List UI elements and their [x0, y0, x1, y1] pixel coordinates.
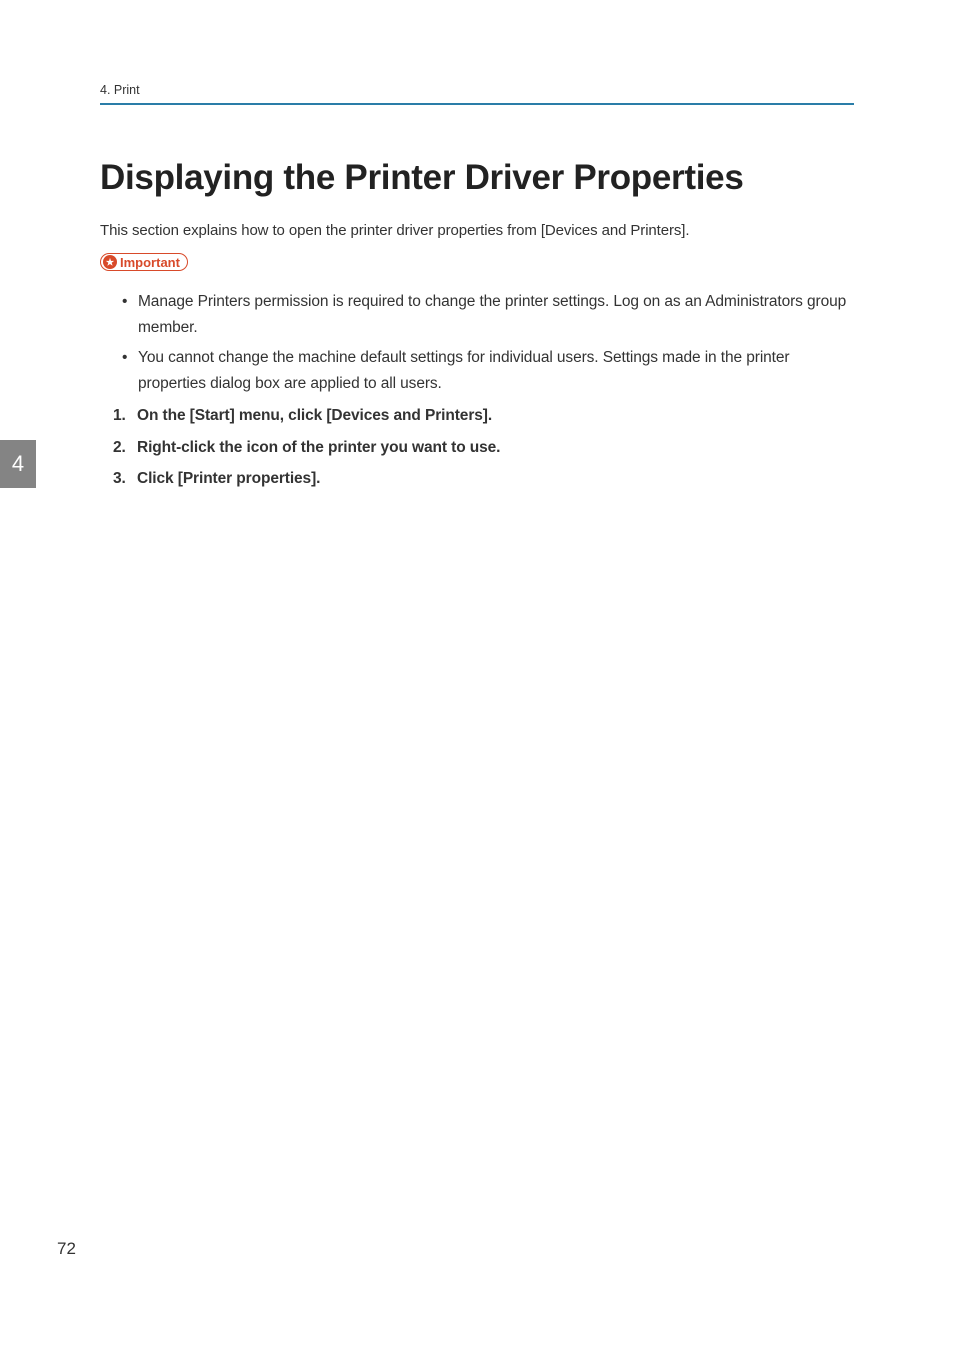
- bullet-item: • Manage Printers permission is required…: [138, 289, 854, 342]
- bullet-text: Manage Printers permission is required t…: [138, 289, 854, 342]
- step-item: 2. Right-click the icon of the printer y…: [113, 439, 854, 457]
- bullet-text: You cannot change the machine default se…: [138, 345, 854, 398]
- page-title: Displaying the Printer Driver Properties: [100, 158, 743, 198]
- chapter-tab-number: 4: [12, 451, 24, 477]
- step-number: 1.: [113, 407, 137, 425]
- star-icon: [103, 255, 117, 269]
- step-item: 3. Click [Printer properties].: [113, 470, 854, 488]
- step-text: Right-click the icon of the printer you …: [137, 439, 500, 457]
- page-number: 72: [57, 1239, 76, 1259]
- step-text: Click [Printer properties].: [137, 470, 320, 488]
- important-label: Important: [120, 255, 180, 270]
- chapter-label: 4. Print: [100, 83, 140, 97]
- step-text: On the [Start] menu, click [Devices and …: [137, 407, 492, 425]
- bullet-marker: •: [122, 345, 127, 371]
- step-number: 3.: [113, 470, 137, 488]
- chapter-tab: 4: [0, 440, 36, 488]
- bullet-item: • You cannot change the machine default …: [138, 345, 854, 398]
- step-number: 2.: [113, 439, 137, 457]
- important-badge: Important: [100, 253, 188, 271]
- intro-paragraph: This section explains how to open the pr…: [100, 222, 689, 239]
- page-header: 4. Print: [100, 83, 854, 105]
- step-item: 1. On the [Start] menu, click [Devices a…: [113, 407, 854, 425]
- bullet-marker: •: [122, 289, 127, 315]
